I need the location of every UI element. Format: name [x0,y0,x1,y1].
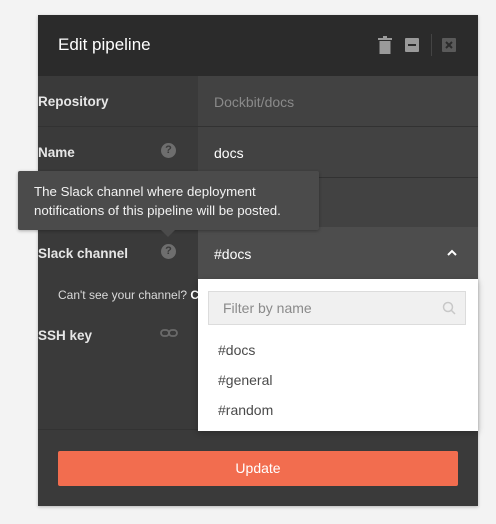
repository-value: Dockbit/docs [214,94,295,110]
dropdown-option[interactable]: #general [218,372,273,388]
link-icon [160,329,178,337]
trash-icon[interactable] [378,36,392,54]
minimize-icon[interactable] [405,36,419,54]
chevron-up-icon[interactable] [446,247,458,259]
name-help-icon[interactable]: ? [161,143,176,158]
slack-help-tooltip: The Slack channel where deployment notif… [18,171,319,230]
tooltip-line-1: The Slack channel where deployment [34,184,256,199]
modal-title: Edit pipeline [58,35,151,54]
close-icon[interactable] [442,36,456,54]
tooltip-line-2: notifications of this pipeline will be p… [34,203,281,218]
name-value[interactable]: docs [214,145,244,161]
tooltip-arrow [161,230,175,237]
filter-input[interactable] [208,291,466,325]
slack-channel-select[interactable]: #docs [198,227,478,279]
cant-see-text: Can't see your channel? [58,288,188,302]
edit-pipeline-modal: Edit pipeline Repository Dockbit/docs Na… [38,15,478,506]
update-button[interactable]: Update [58,451,458,486]
header-divider [431,34,432,56]
slack-channel-value: #docs [214,246,252,262]
dropdown-option[interactable]: #docs [218,342,255,358]
modal-header: Edit pipeline [38,15,478,76]
repository-label: Repository [38,94,109,109]
channel-dropdown: #docs #general #random [198,279,478,431]
search-icon [442,301,456,315]
repository-value-cell: Dockbit/docs [198,76,478,126]
cant-see-channel-text: Can't see your channel? C [58,288,199,302]
dropdown-option[interactable]: #random [218,402,273,418]
name-field[interactable]: docs [198,127,478,177]
slack-help-icon[interactable]: ? [161,244,176,259]
